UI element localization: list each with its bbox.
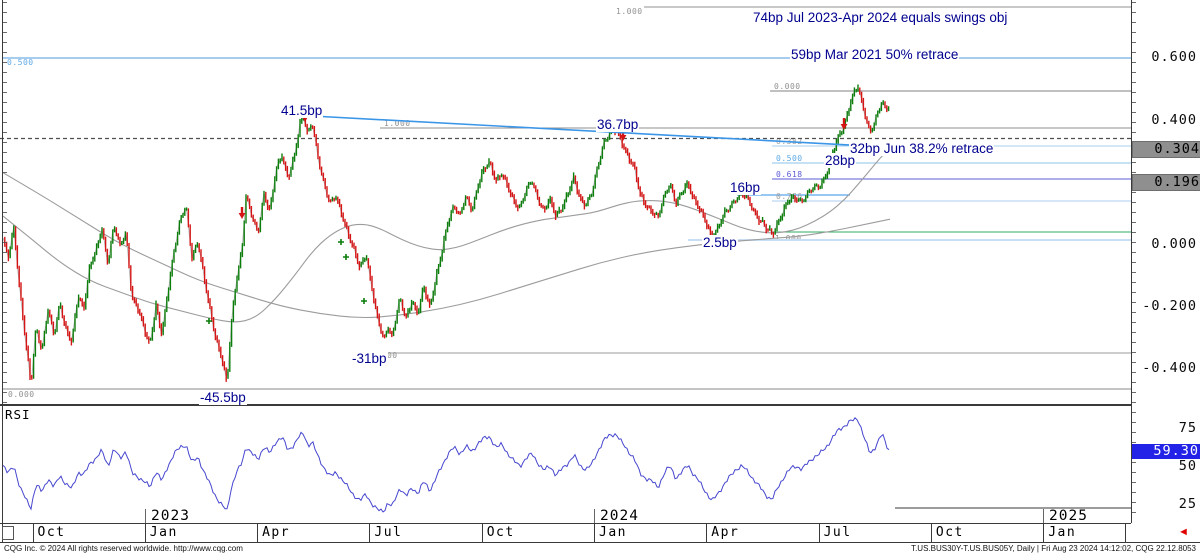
statusbar-copyright: CQG Inc. © 2024 All rights reserved worl…: [4, 544, 243, 553]
month-separator: [819, 523, 820, 542]
month-label: Jul: [374, 525, 402, 540]
month-label: Oct: [936, 525, 964, 540]
year-separator: [1043, 509, 1044, 523]
annotation-28bp: 28bp: [824, 153, 856, 168]
year-label: 2025: [1049, 508, 1088, 524]
annotation-swings-objective: 74bp Jul 2023-Apr 2024 equals swings obj: [752, 10, 1008, 25]
annotation-peak-36-7bp: 36.7bp: [596, 117, 639, 132]
fib-level-badge-618: 0.196: [1132, 174, 1200, 191]
price-tick: 0.000: [1133, 236, 1197, 252]
fib-and-support-lines: 1.0000.5000.0001.0000.3820.5000.6180.786…: [3, 7, 1131, 399]
month-label: Jan: [599, 525, 627, 540]
annotation-16bp: 16bp: [729, 180, 761, 195]
month-separator: [369, 523, 370, 542]
timeline-corner-box: [2, 526, 14, 540]
rsi-value-badge: 59.30: [1132, 444, 1200, 459]
svg-text:1.000: 1.000: [775, 234, 802, 243]
cqg-chart-window: 1.0000.5000.0001.0000.3820.5000.6180.786…: [0, 0, 1200, 554]
annotation-low-45-5bp: -45.5bp: [199, 390, 247, 405]
annotation-50pct-retrace: 59bp Mar 2021 50% retrace: [790, 47, 959, 62]
annotation-low-2-5bp: 2.5bp: [702, 235, 738, 250]
statusbar-symbol-info: T.US.BUS30Y-T.US.BUS05Y, Daily | Fri Aug…: [911, 544, 1196, 553]
svg-text:1.000: 1.000: [616, 7, 643, 16]
price-tick: -0.400: [1133, 360, 1197, 376]
svg-text:0.000: 0.000: [8, 390, 35, 399]
month-label: Apr: [711, 525, 739, 540]
svg-text:0.500: 0.500: [7, 58, 34, 67]
buy-plus-icon: [343, 254, 349, 260]
month-separator: [931, 523, 932, 542]
month-separator: [145, 523, 146, 542]
svg-text:0.000: 0.000: [774, 82, 801, 91]
price-tick: 0.400: [1133, 112, 1197, 128]
signal-markers: [206, 110, 847, 324]
month-row-end: [1125, 523, 1126, 542]
month-separator: [706, 523, 707, 542]
month-label: Oct: [487, 525, 515, 540]
statusbar-top-border: [0, 542, 1200, 543]
year-label: 2024: [600, 508, 639, 524]
rsi-tick: 25: [1133, 496, 1197, 512]
sell-arrow-icon: [841, 124, 848, 130]
buy-plus-icon: [361, 298, 367, 304]
svg-text:0.500: 0.500: [776, 154, 803, 163]
fib-level-badge-382: 0.304: [1132, 141, 1200, 158]
month-label: Apr: [262, 525, 290, 540]
svg-text:0.618: 0.618: [776, 170, 803, 179]
month-label: Oct: [38, 525, 66, 540]
annotation-peak-41-5bp: 41.5bp: [280, 103, 323, 118]
month-separator: [594, 523, 595, 542]
month-separator: [482, 523, 483, 542]
month-label: Jan: [1048, 525, 1076, 540]
left-axis-ticks: [3, 2, 7, 404]
rsi-line: [3, 418, 889, 512]
price-rsi-divider[interactable]: [0, 404, 1131, 406]
annotation-low-31bp: -31bp: [351, 351, 388, 366]
scroll-left-icon[interactable]: ◄: [1178, 526, 1189, 538]
month-separator: [257, 523, 258, 542]
price-tick: -0.200: [1133, 298, 1197, 314]
month-label: Jul: [824, 525, 852, 540]
month-separator: [33, 523, 34, 542]
year-separator: [145, 509, 146, 523]
annotation-38-2pct-retrace: 32bp Jun 38.2% retrace: [849, 141, 994, 156]
year-label: 2023: [151, 508, 190, 524]
month-separator: [1043, 523, 1044, 542]
price-chart-canvas[interactable]: 1.0000.5000.0001.0000.3820.5000.6180.786…: [0, 0, 1200, 554]
rsi-tick: 75: [1133, 420, 1197, 436]
buy-plus-icon: [338, 239, 344, 245]
year-separator: [594, 509, 595, 523]
month-label: Jan: [150, 525, 178, 540]
rsi-tick: 50: [1133, 458, 1197, 474]
rsi-study-label: RSI: [5, 407, 31, 422]
price-tick: 0.600: [1133, 49, 1197, 65]
